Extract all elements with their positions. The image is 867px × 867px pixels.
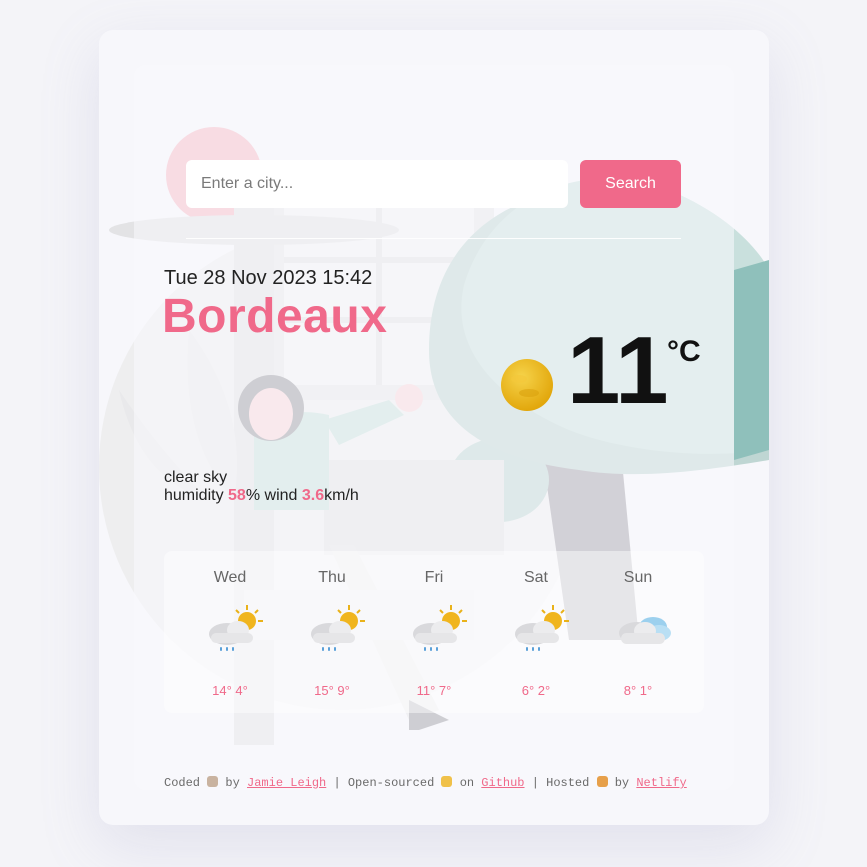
forecast-temps: 11° 7° xyxy=(416,683,452,698)
wind-label: wind xyxy=(264,487,298,504)
divider xyxy=(186,238,681,239)
github-link[interactable]: Github xyxy=(481,776,524,790)
forecast-temps: 8° 1° xyxy=(623,683,653,698)
forecast-day: Fri 11° 7° xyxy=(383,551,485,713)
author-link[interactable]: Jamie Leigh xyxy=(247,776,326,790)
forecast-temps: 6° 2° xyxy=(521,683,551,698)
forecast-day: Thu 15° 9° xyxy=(281,551,383,713)
forecast-panel: Wed 14° 4° Thu 15° 9° Fri 11° 7° Sat 6° … xyxy=(164,551,704,713)
hand-icon xyxy=(441,776,453,787)
app-container: Search Tue 28 Nov 2023 15:42 Bordeaux 11… xyxy=(99,30,769,825)
temperature-unit: °C xyxy=(667,335,701,368)
forecast-day-name: Fri xyxy=(424,569,444,586)
partly-cloudy-rain-icon xyxy=(209,605,263,651)
sun-icon xyxy=(501,359,553,411)
partly-cloudy-rain-icon xyxy=(413,605,467,651)
forecast-day: Sat 6° 2° xyxy=(485,551,587,713)
footer-open-sourced-text: | Open-sourced xyxy=(333,776,435,790)
current-temperature: 11 xyxy=(567,317,669,424)
footer: Coded by Jamie Leigh | Open-sourced on G… xyxy=(164,776,724,790)
humidity-wind-line: humidity 58% wind 3.6km/h xyxy=(164,487,359,505)
wind-unit: km/h xyxy=(324,487,359,504)
wind-value: 3.6 xyxy=(301,487,325,504)
forecast-temps: 14° 4° xyxy=(212,683,248,698)
footer-by-text: by xyxy=(225,776,240,790)
forecast-day-name: Thu xyxy=(318,569,346,586)
forecast-day: Wed 14° 4° xyxy=(179,551,281,713)
forecast-day-name: Sun xyxy=(623,569,653,586)
forecast-day-name: Sat xyxy=(523,569,548,586)
footer-hosted-text: | Hosted xyxy=(531,776,590,790)
footer-on-text: on xyxy=(459,776,475,790)
city-name: Bordeaux xyxy=(162,290,388,343)
footer-coded-text: Coded xyxy=(164,776,201,790)
weather-card: Search Tue 28 Nov 2023 15:42 Bordeaux 11… xyxy=(134,65,734,790)
weather-description: clear sky xyxy=(164,469,228,486)
city-search-input[interactable] xyxy=(186,160,568,208)
cloudy-icon xyxy=(619,617,671,644)
humidity-value: 58 xyxy=(228,487,246,504)
search-button[interactable]: Search xyxy=(580,160,681,208)
humidity-unit: % xyxy=(245,487,261,504)
footer-by2-text: by xyxy=(614,776,630,790)
forecast-temps: 15° 9° xyxy=(314,683,350,698)
current-datetime: Tue 28 Nov 2023 15:42 xyxy=(164,267,373,289)
forecast-day: Sun 8° 1° xyxy=(587,551,689,713)
person-icon xyxy=(207,776,219,787)
theater-masks-icon xyxy=(596,776,608,787)
partly-cloudy-rain-icon xyxy=(311,605,365,651)
netlify-link[interactable]: Netlify xyxy=(636,776,686,790)
humidity-label: humidity xyxy=(164,487,224,504)
partly-cloudy-rain-icon xyxy=(515,605,569,651)
forecast-day-name: Wed xyxy=(213,569,247,586)
